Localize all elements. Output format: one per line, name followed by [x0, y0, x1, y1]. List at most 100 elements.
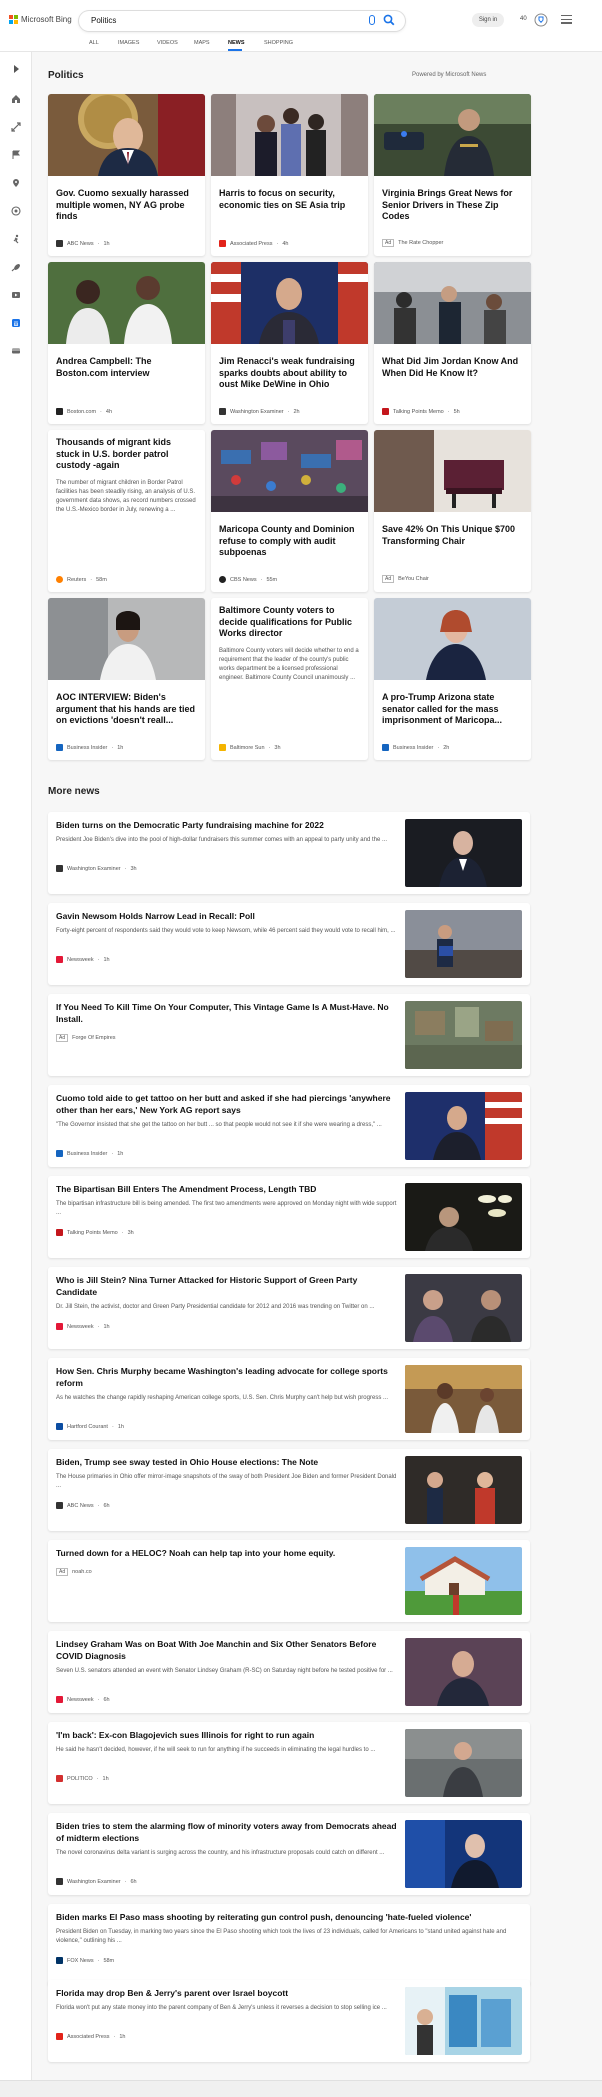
source-time: 5h: [453, 408, 460, 415]
sign-in-button[interactable]: Sign in: [472, 13, 504, 27]
card-title[interactable]: A pro-Trump Arizona state senator called…: [382, 692, 523, 727]
tab-news[interactable]: NEWS: [228, 40, 264, 51]
row-title[interactable]: Turned down for a HELOC? Noah can help t…: [56, 1548, 398, 1560]
source-time: 1h: [103, 1323, 110, 1330]
news-row[interactable]: 'I'm back': Ex-con Blagojevich sues Illi…: [48, 1722, 530, 1804]
tab-maps[interactable]: MAPS: [194, 40, 228, 51]
card-title[interactable]: Baltimore County voters to decide qualif…: [219, 605, 360, 640]
ad-badge: Ad: [382, 239, 395, 247]
news-row[interactable]: Cuomo told aide to get tattoo on her but…: [48, 1085, 530, 1167]
source-name: Newsweek: [67, 956, 94, 963]
card-source: Reuters · 58m: [56, 576, 107, 583]
bing-logo[interactable]: Microsoft Bing: [9, 15, 72, 24]
card-title[interactable]: Virginia Brings Great News for Senior Dr…: [382, 188, 523, 223]
expand-arrows-icon[interactable]: [11, 122, 21, 132]
news-row[interactable]: Who is Jill Stein? Nina Turner Attacked …: [48, 1267, 530, 1349]
card-title[interactable]: Thousands of migrant kids stuck in U.S. …: [56, 437, 197, 472]
card-title[interactable]: Harris to focus on security, economic ti…: [219, 188, 360, 211]
row-source: Newsweek · 1h: [56, 1323, 110, 1330]
microphone-icon[interactable]: [369, 15, 375, 25]
ad-row[interactable]: If You Need To Kill Time On Your Compute…: [48, 994, 530, 1076]
tab-all[interactable]: ALL: [89, 40, 118, 51]
search-input[interactable]: Politics: [91, 16, 116, 25]
row-title[interactable]: Florida may drop Ben & Jerry's parent ov…: [56, 1988, 398, 2000]
row-title[interactable]: Biden, Trump see sway tested in Ohio Hou…: [56, 1457, 398, 1469]
card-title[interactable]: Maricopa County and Dominion refuse to c…: [219, 524, 360, 559]
tab-shopping[interactable]: SHOPPING: [264, 40, 308, 51]
news-card[interactable]: Jim Renacci's weak fundraising sparks do…: [211, 262, 368, 424]
flag-icon[interactable]: [11, 150, 21, 160]
source-name: The Rate Chopper: [398, 240, 444, 246]
news-card[interactable]: What Did Jim Jordan Know And When Did He…: [374, 262, 531, 424]
news-row[interactable]: Biden turns on the Democratic Party fund…: [48, 812, 530, 894]
row-title[interactable]: Who is Jill Stein? Nina Turner Attacked …: [56, 1275, 398, 1298]
row-source: Hartford Courant · 1h: [56, 1423, 124, 1430]
source-name: Washington Examiner: [230, 408, 284, 415]
news-row[interactable]: Gavin Newsom Holds Narrow Lead in Recall…: [48, 903, 530, 985]
news-card[interactable]: Maricopa County and Dominion refuse to c…: [211, 430, 368, 592]
row-source: FOX News · 58m: [56, 1957, 114, 1964]
row-snippet: He said he hasn't decided, however, if h…: [56, 1747, 376, 1753]
news-card[interactable]: A pro-Trump Arizona state senator called…: [374, 598, 531, 760]
row-title[interactable]: If You Need To Kill Time On Your Compute…: [56, 1002, 398, 1025]
tab-images[interactable]: IMAGES: [118, 40, 157, 51]
news-card[interactable]: Gov. Cuomo sexually harassed multiple wo…: [48, 94, 205, 256]
news-row[interactable]: The Bipartisan Bill Enters The Amendment…: [48, 1176, 530, 1258]
news-row[interactable]: Lindsey Graham Was on Boat With Joe Manc…: [48, 1631, 530, 1713]
card-title[interactable]: Save 42% On This Unique $700 Transformin…: [382, 524, 523, 547]
card-title[interactable]: AOC INTERVIEW: Biden's argument that his…: [56, 692, 197, 727]
business-insider-logo-icon: [56, 1150, 63, 1157]
card-title[interactable]: Andrea Campbell: The Boston.com intervie…: [56, 356, 197, 379]
row-title[interactable]: Gavin Newsom Holds Narrow Lead in Recall…: [56, 911, 398, 923]
row-title[interactable]: Lindsey Graham Was on Boat With Joe Manc…: [56, 1639, 398, 1662]
card-title[interactable]: Gov. Cuomo sexually harassed multiple wo…: [56, 188, 197, 223]
news-row[interactable]: Biden marks El Paso mass shooting by rei…: [48, 1904, 530, 1986]
row-source: Washington Examiner · 3h: [56, 865, 137, 872]
powered-by-label[interactable]: Powered by Microsoft News: [412, 72, 486, 78]
row-title[interactable]: The Bipartisan Bill Enters The Amendment…: [56, 1184, 398, 1196]
news-card[interactable]: AOC INTERVIEW: Biden's argument that his…: [48, 598, 205, 760]
card-image: [374, 94, 531, 176]
tab-videos[interactable]: VIDEOS: [157, 40, 194, 51]
card-source: CBS News · 55m: [219, 576, 277, 583]
row-title[interactable]: Biden turns on the Democratic Party fund…: [56, 820, 398, 832]
home-icon[interactable]: [11, 94, 21, 104]
rewards-points[interactable]: 40: [520, 16, 527, 22]
news-row[interactable]: Biden tries to stem the alarming flow of…: [48, 1813, 530, 1895]
news-row[interactable]: Biden, Trump see sway tested in Ohio Hou…: [48, 1449, 530, 1531]
search-icon[interactable]: [383, 14, 395, 26]
news-card[interactable]: Harris to focus on security, economic ti…: [211, 94, 368, 256]
expand-chevron-icon[interactable]: [11, 64, 21, 74]
news-card[interactable]: Baltimore County voters to decide qualif…: [211, 598, 368, 760]
ap-logo-icon: [56, 2033, 63, 2040]
row-source: POLITICO · 1h: [56, 1775, 109, 1782]
news-row[interactable]: How Sen. Chris Murphy became Washington'…: [48, 1358, 530, 1440]
globe-icon[interactable]: [11, 206, 21, 216]
ad-card[interactable]: Virginia Brings Great News for Senior Dr…: [374, 94, 531, 256]
row-title[interactable]: Biden marks El Paso mass shooting by rei…: [56, 1912, 522, 1924]
ad-row[interactable]: Turned down for a HELOC? Noah can help t…: [48, 1540, 530, 1622]
politics-building-icon[interactable]: [11, 318, 21, 328]
source-name: Associated Press: [67, 2033, 110, 2040]
abc-news-logo-icon: [56, 240, 63, 247]
video-icon[interactable]: [11, 290, 21, 300]
news-card[interactable]: Thousands of migrant kids stuck in U.S. …: [48, 430, 205, 592]
row-title[interactable]: Biden tries to stem the alarming flow of…: [56, 1821, 398, 1844]
news-row[interactable]: Florida may drop Ben & Jerry's parent ov…: [48, 1980, 530, 2062]
card-title[interactable]: Jim Renacci's weak fundraising sparks do…: [219, 356, 360, 391]
row-snippet: The House primaries in Ohio offer mirror…: [56, 1474, 397, 1489]
ad-card[interactable]: Save 42% On This Unique $700 Transformin…: [374, 430, 531, 592]
news-card[interactable]: Andrea Campbell: The Boston.com intervie…: [48, 262, 205, 424]
row-title[interactable]: How Sen. Chris Murphy became Washington'…: [56, 1366, 398, 1389]
rewards-trophy-icon[interactable]: [534, 13, 548, 27]
row-snippet: "The Governor insisted that she get the …: [56, 1122, 382, 1128]
running-icon[interactable]: [11, 234, 21, 244]
row-title[interactable]: Cuomo told aide to get tattoo on her but…: [56, 1093, 398, 1116]
card-icon[interactable]: [11, 346, 21, 356]
menu-icon[interactable]: [561, 15, 572, 26]
location-pin-icon[interactable]: [11, 178, 21, 188]
card-title[interactable]: What Did Jim Jordan Know And When Did He…: [382, 356, 523, 379]
row-title[interactable]: 'I'm back': Ex-con Blagojevich sues Illi…: [56, 1730, 398, 1742]
search-box[interactable]: Politics: [79, 11, 405, 31]
rocket-icon[interactable]: [11, 262, 21, 272]
